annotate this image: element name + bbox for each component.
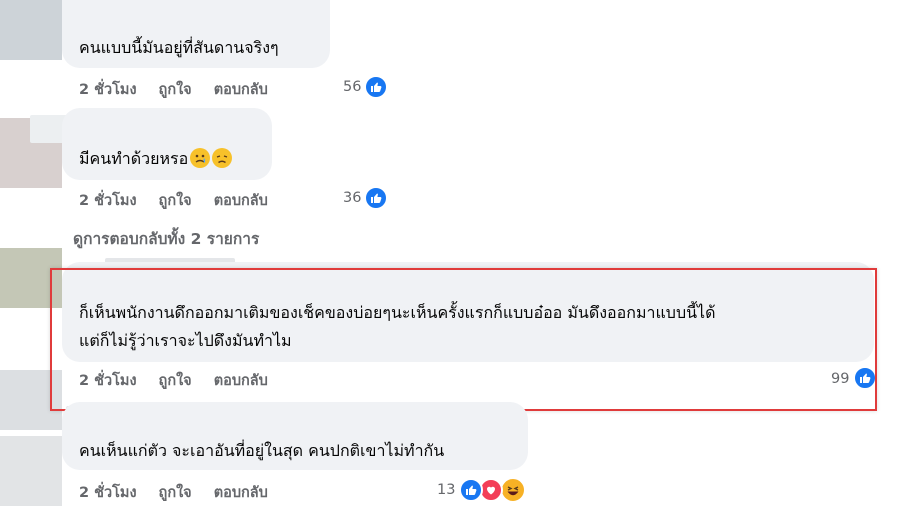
reaction-count[interactable]: 36 xyxy=(343,190,361,206)
like-icon[interactable] xyxy=(364,75,388,99)
reaction-count[interactable]: 13 xyxy=(437,482,455,498)
like-link[interactable]: ถูกใจ xyxy=(159,481,192,504)
comment-time[interactable]: 2 ชั่วโมง xyxy=(79,78,137,101)
comment-text: คนเห็นแก่ตัว จะเอาอันที่อยู่ในสุด คนปกติ… xyxy=(79,441,445,460)
comment-text: คนแบบนี้มันอยู่ที่สันดานจริงๆ xyxy=(79,38,279,57)
highlight-box xyxy=(50,268,877,411)
reply-link[interactable]: ตอบกลับ xyxy=(214,78,268,101)
crying-face-emoji xyxy=(190,148,211,168)
reaction-count[interactable]: 56 xyxy=(343,79,361,95)
comment-actions: 2 ชั่วโมง ถูกใจ ตอบกลับ xyxy=(79,78,290,101)
avatar[interactable] xyxy=(0,436,62,506)
like-link[interactable]: ถูกใจ xyxy=(159,78,192,101)
view-replies-link[interactable]: ดูการตอบกลับทั้ง 2 รายการ xyxy=(73,226,259,251)
like-icon[interactable] xyxy=(459,478,483,502)
like-icon[interactable] xyxy=(364,186,388,210)
comment-time[interactable]: 2 ชั่วโมง xyxy=(79,481,137,504)
like-link[interactable]: ถูกใจ xyxy=(159,189,192,212)
avatar[interactable] xyxy=(0,0,62,60)
reply-link[interactable]: ตอบกลับ xyxy=(214,189,268,212)
reply-link[interactable]: ตอบกลับ xyxy=(214,481,268,504)
comment-actions: 2 ชั่วโมง ถูกใจ ตอบกลับ xyxy=(79,189,290,212)
comment-time[interactable]: 2 ชั่วโมง xyxy=(79,189,137,212)
comment-actions: 2 ชั่วโมง ถูกใจ ตอบกลับ xyxy=(79,481,290,504)
disappointed-face-emoji xyxy=(212,148,233,168)
haha-icon[interactable] xyxy=(500,477,526,503)
comment-text: มีคนทำด้วยหรอ xyxy=(79,148,233,170)
